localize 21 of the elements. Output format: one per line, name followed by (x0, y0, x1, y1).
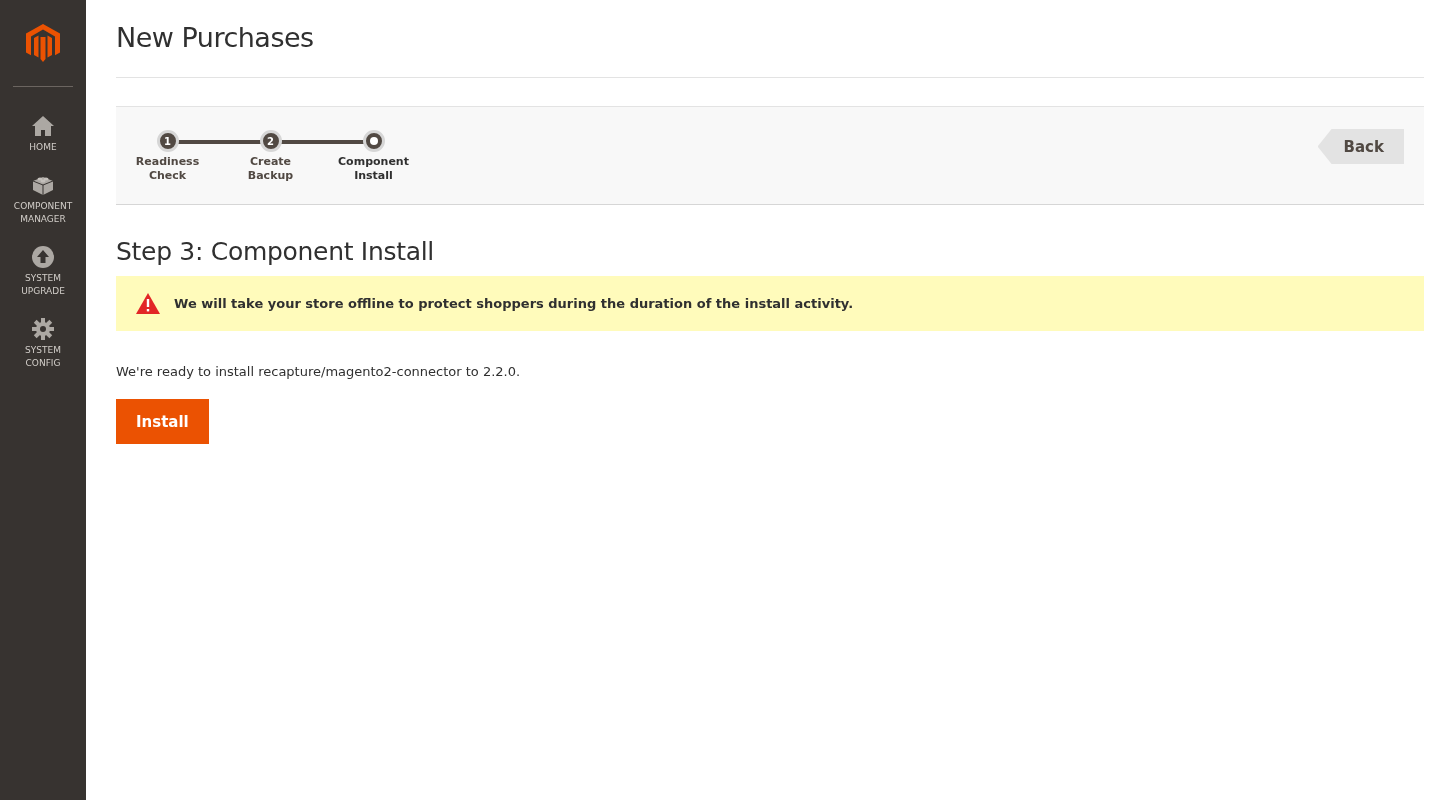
back-button[interactable]: Back (1317, 129, 1404, 164)
step-label: Readiness Check (134, 155, 201, 183)
settings-icon (32, 318, 54, 340)
sidebar-item[interactable]: HOME (10, 115, 76, 154)
sidebar-item[interactable]: COMPONENT MANAGER (10, 174, 76, 226)
step-marker: 2 (259, 130, 282, 152)
step-label: Component Install (337, 155, 410, 183)
warning-text: We will take your store offline to protect shoppers during the duration of the install activity. (174, 296, 854, 311)
step-label: Create Backup (246, 155, 295, 183)
ready-message: We're ready to install recapture/magento2-connector to 2.2.0. (116, 364, 522, 379)
logo-icon (26, 24, 60, 62)
step-marker: 1 (156, 130, 179, 152)
page-title: New Purchases (116, 0, 1424, 78)
lego-brick-icon (31, 174, 55, 196)
home-icon (31, 115, 55, 137)
up-arrow-circle-icon (32, 246, 54, 268)
install-button[interactable]: Install (116, 399, 209, 444)
warning-icon (136, 293, 160, 314)
sidebar-item[interactable]: SYSTEM CONFIG (10, 318, 76, 370)
step-heading: Step 3: Component Install (116, 237, 435, 266)
sidebar-item[interactable]: SYSTEM UPGRADE (10, 246, 76, 298)
